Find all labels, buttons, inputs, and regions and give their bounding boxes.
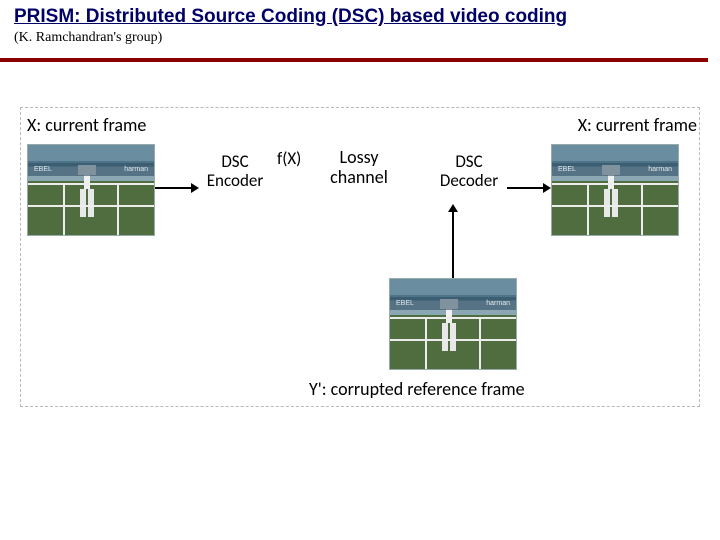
banner-text-ebel: EBEL bbox=[396, 300, 414, 307]
channel-line1: Lossy bbox=[319, 148, 399, 168]
encoder-line1: DSC bbox=[199, 153, 271, 172]
label-x-current-left: X: current frame bbox=[27, 114, 146, 136]
arrow-reference-to-decoder bbox=[447, 204, 459, 278]
divider bbox=[0, 58, 708, 62]
banner-text-harman: harman bbox=[648, 166, 672, 173]
diagram-canvas: X: current frame X: current frame EBEL h… bbox=[20, 107, 700, 407]
encoder-line2: Encoder bbox=[199, 172, 271, 191]
banner-text-ebel: EBEL bbox=[34, 166, 52, 173]
image-corrupted-reference: EBEL harman bbox=[389, 278, 517, 370]
banner-text-harman: harman bbox=[486, 300, 510, 307]
block-decoder: DSC Decoder bbox=[431, 153, 507, 190]
channel-line2: channel bbox=[319, 168, 399, 188]
arrow-decoder-to-frame bbox=[507, 182, 551, 194]
image-current-frame-right: EBEL harman bbox=[551, 144, 679, 236]
slide-subtitle: (K. Ramchandran's group) bbox=[14, 30, 706, 46]
label-y-corrupted: Y': corrupted reference frame bbox=[309, 378, 525, 400]
decoder-line1: DSC bbox=[431, 153, 507, 172]
block-channel: Lossy channel bbox=[319, 148, 399, 188]
block-encoder: DSC Encoder bbox=[199, 153, 271, 190]
label-fx: f(X) bbox=[277, 148, 301, 169]
decoder-line2: Decoder bbox=[431, 172, 507, 191]
image-current-frame-left: EBEL harman bbox=[27, 144, 155, 236]
banner-text-harman: harman bbox=[124, 166, 148, 173]
banner-text-ebel: EBEL bbox=[558, 166, 576, 173]
label-x-current-right: X: current frame bbox=[578, 114, 697, 136]
slide-title: PRISM: Distributed Source Coding (DSC) b… bbox=[14, 6, 706, 28]
arrow-frame-to-encoder bbox=[155, 182, 199, 194]
